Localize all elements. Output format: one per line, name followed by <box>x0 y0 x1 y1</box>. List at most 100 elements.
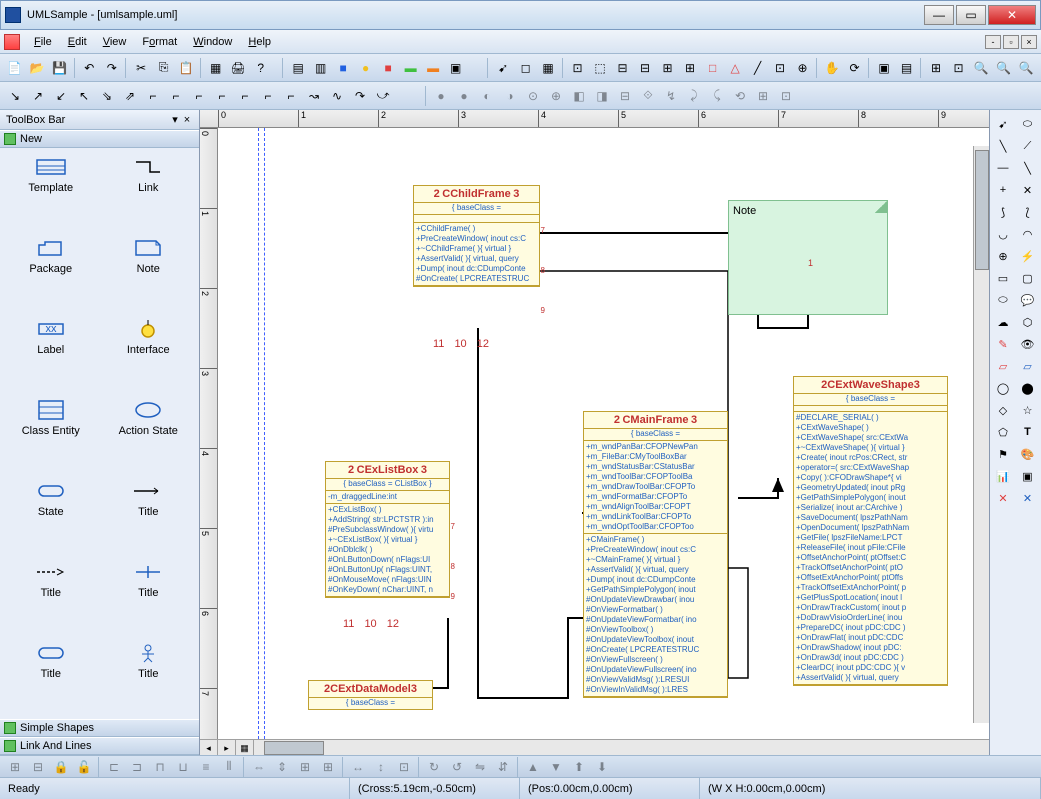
mdi-restore[interactable]: ▫ <box>1003 35 1019 49</box>
bt-sp4[interactable]: ⊞ <box>317 756 339 778</box>
bt-al6[interactable]: ⫴ <box>218 756 240 778</box>
help-button[interactable]: ? <box>250 57 272 79</box>
shadow-1[interactable]: ● <box>430 85 452 107</box>
bt-sz3[interactable]: ⊡ <box>393 756 415 778</box>
rt-color[interactable]: 🎨 <box>1017 444 1039 464</box>
tb-title3[interactable]: Title <box>102 561 196 630</box>
conn-11[interactable]: ⌐ <box>234 85 256 107</box>
group-button[interactable]: ⊞ <box>925 57 947 79</box>
align-center-button[interactable]: ▥ <box>310 57 332 79</box>
bt-al4[interactable]: ⊔ <box>172 756 194 778</box>
rt-flag[interactable]: ⚑ <box>992 444 1014 464</box>
tb-package[interactable]: Package <box>4 237 98 306</box>
bt-o4[interactable]: ⬇ <box>591 756 613 778</box>
rt-disc[interactable]: ⬤ <box>1017 378 1039 398</box>
conn-14[interactable]: ↝ <box>303 85 325 107</box>
shape-group-button[interactable]: ▣ <box>445 57 467 79</box>
bt-sp3[interactable]: ⊞ <box>294 756 316 778</box>
conn-12[interactable]: ⌐ <box>257 85 279 107</box>
open-button[interactable]: 📂 <box>27 57 49 79</box>
bt-al5[interactable]: ≡ <box>195 756 217 778</box>
rt-del[interactable]: ✕ <box>992 488 1014 508</box>
save-button[interactable]: 💾 <box>49 57 71 79</box>
rt-plus[interactable]: + <box>992 180 1014 200</box>
rt-cloud[interactable]: ☁ <box>992 312 1014 332</box>
shadow-15[interactable]: ⊞ <box>752 85 774 107</box>
shadow-8[interactable]: ◨ <box>591 85 613 107</box>
align-mid-button[interactable]: ⊟ <box>612 57 634 79</box>
rt-chart[interactable]: 📊 <box>992 466 1014 486</box>
rt-ellipse[interactable]: ⬭ <box>992 290 1014 310</box>
align-left-button[interactable]: ▤ <box>287 57 309 79</box>
shape-green-button[interactable]: ▬ <box>400 57 422 79</box>
rt-rect[interactable]: ▭ <box>992 268 1014 288</box>
toolbox-close[interactable]: × <box>181 114 193 126</box>
shadow-16[interactable]: ⊡ <box>775 85 797 107</box>
rt-text[interactable]: T <box>1017 422 1039 442</box>
tb-note[interactable]: Note <box>102 237 196 306</box>
bt-r2[interactable]: ↺ <box>446 756 468 778</box>
rt-curve2[interactable]: ⟅ <box>1017 202 1039 222</box>
zoom-fit-button[interactable]: 🔍 <box>1015 57 1037 79</box>
undo-button[interactable]: ↶ <box>78 57 100 79</box>
shadow-4[interactable]: ◑ <box>499 85 521 107</box>
rt-arc2[interactable]: ◠ <box>1017 224 1039 244</box>
uml-cextwave[interactable]: 2CExtWaveShape3 { baseClass = #DECLARE_S… <box>793 376 948 686</box>
shadow-6[interactable]: ⊕ <box>545 85 567 107</box>
distribute-v-button[interactable]: ⊞ <box>679 57 701 79</box>
conn-8[interactable]: ⌐ <box>165 85 187 107</box>
conn-1[interactable]: ↘ <box>4 85 26 107</box>
select-all-button[interactable]: ▦ <box>205 57 227 79</box>
vertical-scrollbar[interactable] <box>973 146 989 723</box>
bt-o1[interactable]: ▲ <box>522 756 544 778</box>
shadow-10[interactable]: ⟐ <box>637 85 659 107</box>
bt-unlock[interactable]: 🔓 <box>73 756 95 778</box>
rt-ring[interactable]: ◯ <box>992 378 1014 398</box>
canvas[interactable]: 2 CChildFrame 3 { baseClass = +CChildFra… <box>218 128 989 739</box>
pan-button[interactable]: ✋ <box>821 57 843 79</box>
shadow-2[interactable]: ● <box>453 85 475 107</box>
crop-button[interactable]: ⊡ <box>769 57 791 79</box>
conn-16[interactable]: ↷ <box>349 85 371 107</box>
menu-format[interactable]: Format <box>134 33 185 51</box>
rt-eye[interactable]: 👁 <box>1017 334 1039 354</box>
menu-help[interactable]: Help <box>240 33 279 51</box>
rt-line2[interactable]: — <box>992 158 1014 178</box>
rt-cross[interactable]: ✕ <box>1017 180 1039 200</box>
conn-9[interactable]: ⌐ <box>188 85 210 107</box>
rt-diamond[interactable]: ◇ <box>992 400 1014 420</box>
layers-button[interactable]: ▣ <box>873 57 895 79</box>
tb-label[interactable]: xxLabel <box>4 318 98 387</box>
properties-button[interactable]: ▤ <box>896 57 918 79</box>
cut-button[interactable]: ✂ <box>130 57 152 79</box>
uml-cmainframe[interactable]: 2 CMainFrame 3 { baseClass = +m_wndPanBa… <box>583 411 728 698</box>
menu-window[interactable]: Window <box>185 33 240 51</box>
maximize-button[interactable]: ▭ <box>956 5 986 25</box>
select-rect-button[interactable]: ◻ <box>515 57 537 79</box>
bt-al3[interactable]: ⊓ <box>149 756 171 778</box>
paste-button[interactable]: 📋 <box>175 57 197 79</box>
conn-17[interactable]: ⤻ <box>372 85 394 107</box>
mdi-minimize[interactable]: - <box>985 35 1001 49</box>
zoom-out-button[interactable]: 🔍 <box>993 57 1015 79</box>
bt-al2[interactable]: ⊐ <box>126 756 148 778</box>
rt-del2[interactable]: ✕ <box>1017 488 1039 508</box>
tb-title4[interactable]: Title <box>4 642 98 711</box>
conn-15[interactable]: ∿ <box>326 85 348 107</box>
conn-2[interactable]: ↗ <box>27 85 49 107</box>
tb-class[interactable]: Class Entity <box>4 399 98 468</box>
rt-hex[interactable]: ⬡ <box>1017 312 1039 332</box>
rt-poly[interactable]: ⬠ <box>992 422 1014 442</box>
shadow-11[interactable]: ↯ <box>660 85 682 107</box>
tb-action[interactable]: Action State <box>102 399 196 468</box>
shadow-3[interactable]: ◐ <box>476 85 498 107</box>
bt-r3[interactable]: ⇋ <box>469 756 491 778</box>
menu-view[interactable]: View <box>95 33 135 51</box>
tb-title1[interactable]: Title <box>102 480 196 549</box>
distribute-h-button[interactable]: ⊞ <box>657 57 679 79</box>
new-file-button[interactable]: 📄 <box>4 57 26 79</box>
shadow-9[interactable]: ⊟ <box>614 85 636 107</box>
tb-title5[interactable]: Title <box>102 642 196 711</box>
tb-state[interactable]: State <box>4 480 98 549</box>
rt-shape2[interactable]: ▱ <box>1017 356 1039 376</box>
